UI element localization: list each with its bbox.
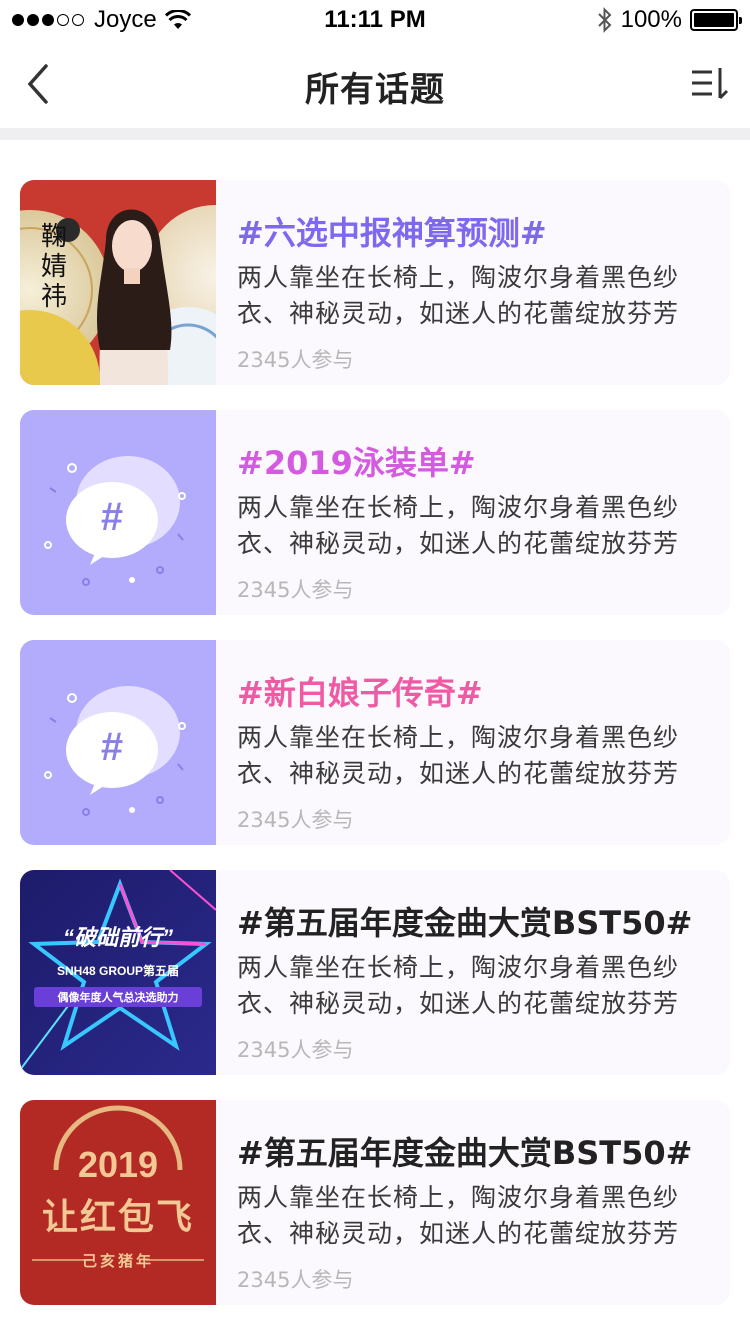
topic-content: #2019泳装单# 两人靠坐在长椅上，陶波尔身着黑色纱衣、神秘灵动，如迷人的花蕾… <box>237 410 712 615</box>
filter-menu-button[interactable] <box>690 64 730 104</box>
status-right: 100% <box>597 6 742 34</box>
topic-title: #第五届年度金曲大赏BST50# <box>237 1134 693 1172</box>
topic-thumbnail: 鞠 婧 祎 <box>20 180 216 385</box>
navigation-bar: 所有话题 <box>0 40 750 128</box>
topic-card[interactable]: 鞠 婧 祎 #六选中报神算预测# 两人靠坐在长椅上，陶波尔身着黑色纱衣、神秘灵动… <box>20 180 730 385</box>
participant-count: 2345人参与 <box>237 1038 354 1062</box>
topic-title: #第五届年度金曲大赏BST50# <box>237 904 693 942</box>
section-divider <box>0 128 750 140</box>
thumb-text: 祎 <box>40 282 67 312</box>
topic-card[interactable]: “破础前行” SNH48 GROUP第五届 偶像年度人气总决选助力 #第五届年度… <box>20 870 730 1075</box>
topic-card[interactable]: 2019 让红包飞 己亥猪年 #第五届年度金曲大赏BST50# 两人靠坐在长椅上… <box>20 1100 730 1305</box>
thumb-text: SNH48 GROUP第五届 <box>56 964 180 978</box>
topic-description: 两人靠坐在长椅上，陶波尔身着黑色纱衣、神秘灵动，如迷人的花蕾绽放芬芳 <box>237 263 680 328</box>
hashtag-symbol: # <box>100 495 124 539</box>
topic-content: #新白娘子传奇# 两人靠坐在长椅上，陶波尔身着黑色纱衣、神秘灵动，如迷人的花蕾绽… <box>237 640 712 845</box>
topic-description: 两人靠坐在长椅上，陶波尔身着黑色纱衣、神秘灵动，如迷人的花蕾绽放芬芳 <box>237 1183 680 1248</box>
battery-icon <box>690 9 742 31</box>
bluetooth-icon <box>597 7 612 33</box>
filter-menu-icon <box>692 68 729 100</box>
participant-count: 2345人参与 <box>237 578 354 602</box>
topic-description: 两人靠坐在长椅上，陶波尔身着黑色纱衣、神秘灵动，如迷人的花蕾绽放芬芳 <box>237 953 680 1018</box>
topic-thumbnail: “破础前行” SNH48 GROUP第五届 偶像年度人气总决选助力 <box>20 870 216 1075</box>
thumb-text: 让红包飞 <box>41 1196 194 1237</box>
topic-card[interactable]: # #新白娘子传奇# 两人靠坐在长椅上，陶波尔身着黑色纱衣、神秘灵动，如迷人的花… <box>20 640 730 845</box>
battery-percent: 100% <box>620 6 682 33</box>
topic-title: #新白娘子传奇# <box>237 674 483 712</box>
topic-thumbnail: # <box>20 410 216 615</box>
topic-card[interactable]: # #2019泳装单# 两人靠坐在长椅上，陶波尔身着黑色纱衣、神秘灵动，如迷人的… <box>20 410 730 615</box>
topic-content: #第五届年度金曲大赏BST50# 两人靠坐在长椅上，陶波尔身着黑色纱衣、神秘灵动… <box>237 870 712 1075</box>
thumb-text: 婧 <box>40 252 67 282</box>
topic-title: #2019泳装单# <box>237 444 476 482</box>
topic-content: #第五届年度金曲大赏BST50# 两人靠坐在长椅上，陶波尔身着黑色纱衣、神秘灵动… <box>237 1100 712 1305</box>
participant-count: 2345人参与 <box>237 348 354 372</box>
topic-content: #六选中报神算预测# 两人靠坐在长椅上，陶波尔身着黑色纱衣、神秘灵动，如迷人的花… <box>237 180 712 385</box>
participant-count: 2345人参与 <box>237 808 354 832</box>
thumb-text: 偶像年度人气总决选助力 <box>34 987 202 1007</box>
page-title: 所有话题 <box>305 70 445 110</box>
topic-description: 两人靠坐在长椅上，陶波尔身着黑色纱衣、神秘灵动，如迷人的花蕾绽放芬芳 <box>237 493 680 558</box>
topic-thumbnail: # <box>20 640 216 845</box>
thumb-text: 2019 <box>77 1144 159 1185</box>
topic-title: #六选中报神算预测# <box>237 214 547 252</box>
participant-count: 2345人参与 <box>237 1268 354 1292</box>
thumb-text: 己亥猪年 <box>81 1253 154 1270</box>
thumb-text: 鞠 <box>40 222 67 252</box>
topic-thumbnail: 2019 让红包飞 己亥猪年 <box>20 1100 216 1305</box>
topic-description: 两人靠坐在长椅上，陶波尔身着黑色纱衣、神秘灵动，如迷人的花蕾绽放芬芳 <box>237 723 680 788</box>
topic-list: 鞠 婧 祎 #六选中报神算预测# 两人靠坐在长椅上，陶波尔身着黑色纱衣、神秘灵动… <box>20 180 730 1330</box>
thumb-text: “破础前行” <box>62 925 173 950</box>
status-bar: Joyce 11:11 PM 100% <box>0 0 750 40</box>
hashtag-symbol: # <box>100 725 124 769</box>
